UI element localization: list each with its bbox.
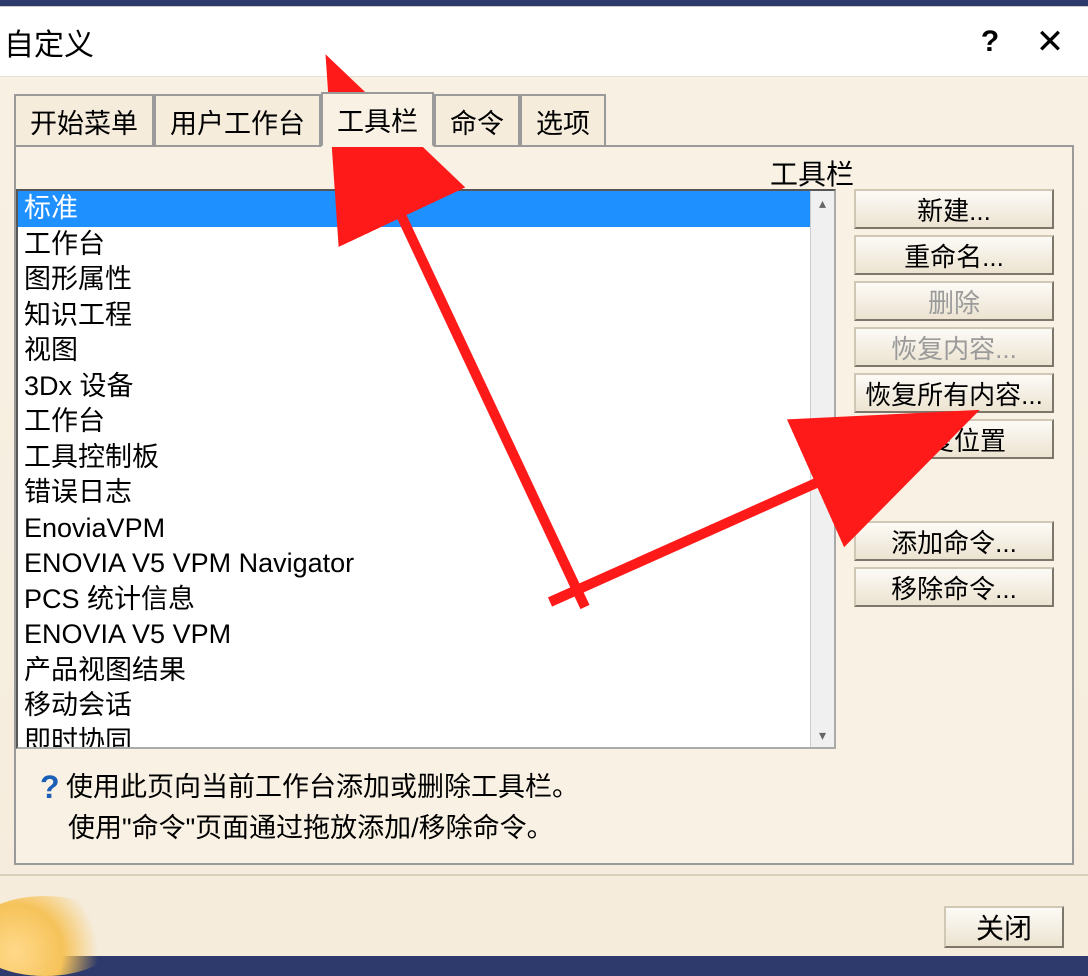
list-item[interactable]: 视图 [18,333,810,369]
restore-content-button: 恢复内容... [854,327,1054,367]
corner-graphic [0,896,120,976]
hint-text: ?使用此页向当前工作台添加或删除工具栏。 使用"命令"页面通过拖放添加/移除命令… [40,765,579,845]
rename-button[interactable]: 重命名... [854,235,1054,275]
dialog-title: 自定义 [4,20,960,64]
scroll-down-icon[interactable]: ▾ [811,723,834,747]
close-button[interactable]: 关闭 [944,906,1064,948]
scrollbar[interactable]: ▴ ▾ [810,191,834,747]
tab-command[interactable]: 命令 [434,94,520,147]
tab-user-workbench[interactable]: 用户工作台 [154,94,321,147]
list-item[interactable]: 工具控制板 [18,440,810,476]
new-button[interactable]: 新建... [854,189,1054,229]
tab-options[interactable]: 选项 [520,94,606,147]
toolbar-listbox[interactable]: 标准工作台图形属性知识工程视图3Dx 设备工作台工具控制板错误日志EnoviaV… [16,189,836,749]
tab-body: 工具栏 标准工作台图形属性知识工程视图3Dx 设备工作台工具控制板错误日志Eno… [14,145,1074,865]
help-button[interactable]: ? [960,25,1020,59]
help-icon: ? [40,769,66,806]
tab-start-menu[interactable]: 开始菜单 [14,94,154,147]
hint-line1: 使用此页向当前工作台添加或删除工具栏。 [66,772,579,802]
list-item[interactable]: 工作台 [18,404,810,440]
list-item[interactable]: 标准 [18,191,810,227]
list-item[interactable]: 错误日志 [18,475,810,511]
close-icon[interactable]: ✕ [1020,22,1080,62]
list-item[interactable]: ENOVIA V5 VPM [18,617,810,653]
scroll-up-icon[interactable]: ▴ [811,191,834,215]
titlebar: 自定义 ? ✕ [0,7,1088,77]
list-item[interactable]: 即时协同 [18,724,810,748]
tab-toolbar[interactable]: 工具栏 [321,92,434,147]
list-item[interactable]: 知识工程 [18,298,810,334]
tabstrip: 开始菜单 用户工作台 工具栏 命令 选项 [0,77,1088,145]
customize-dialog: 自定义 ? ✕ 开始菜单 用户工作台 工具栏 命令 选项 工具栏 标准工作台图形… [0,6,1088,956]
list-item[interactable]: PCS 统计信息 [18,582,810,618]
delete-button: 删除 [854,281,1054,321]
list-item[interactable]: 工作台 [18,227,810,263]
list-item[interactable]: 移动会话 [18,688,810,724]
list-item[interactable]: ENOVIA V5 VPM Navigator [18,546,810,582]
add-command-button[interactable]: 添加命令... [854,521,1054,561]
list-item[interactable]: 3Dx 设备 [18,369,810,405]
toolbar-label: 工具栏 [770,153,854,193]
restore-all-button[interactable]: 恢复所有内容... [854,373,1054,413]
separator [0,874,1088,876]
restore-position-button[interactable]: 恢复位置 [854,419,1054,459]
list-item[interactable]: EnoviaVPM [18,511,810,547]
hint-line2: 使用"命令"页面通过拖放添加/移除命令。 [68,806,579,845]
list-item[interactable]: 产品视图结果 [18,653,810,689]
list-item[interactable]: 图形属性 [18,262,810,298]
remove-command-button[interactable]: 移除命令... [854,567,1054,607]
content-row: 标准工作台图形属性知识工程视图3Dx 设备工作台工具控制板错误日志EnoviaV… [16,189,1062,749]
button-column: 新建... 重命名... 删除 恢复内容... 恢复所有内容... 恢复位置 添… [854,189,1054,749]
